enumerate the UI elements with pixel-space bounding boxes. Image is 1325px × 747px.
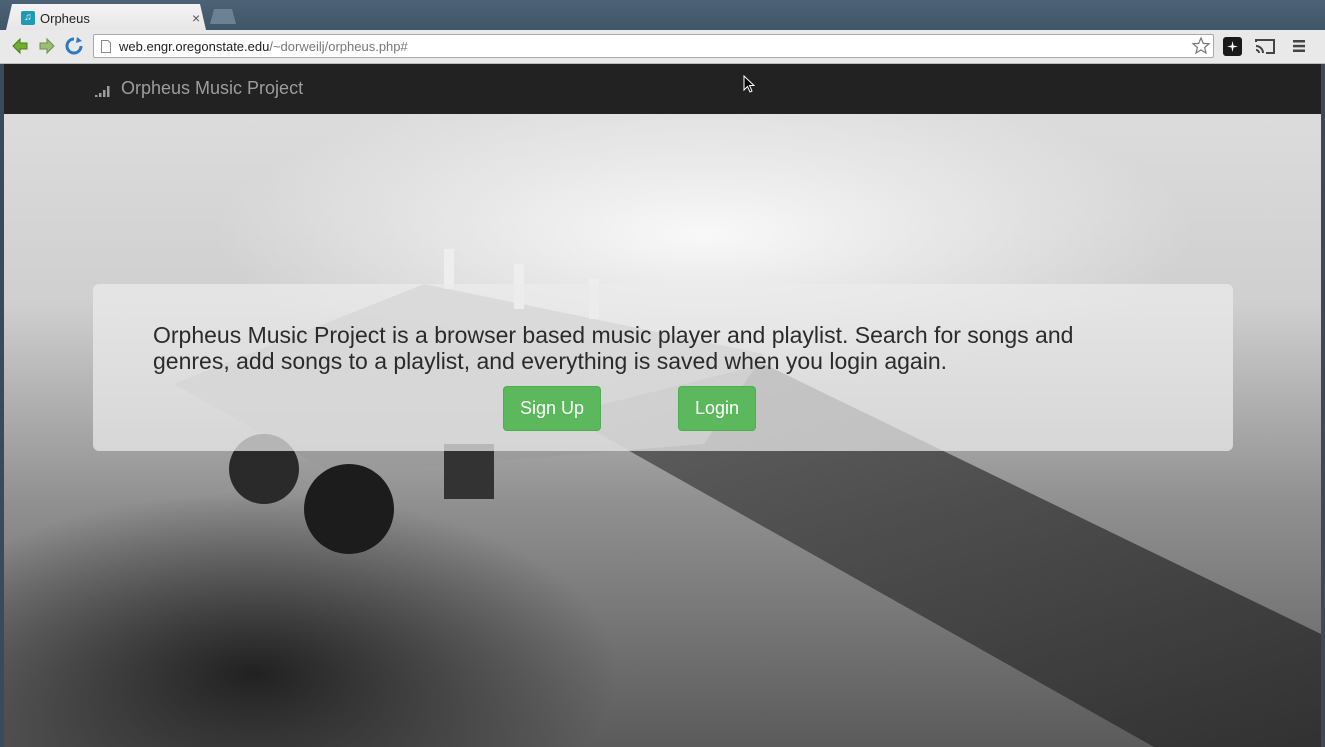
- bookmark-star-icon[interactable]: [1191, 36, 1211, 56]
- browser-tab[interactable]: ♫ Orpheus ×: [6, 4, 206, 30]
- login-button[interactable]: Login: [678, 386, 756, 431]
- browser-toolbar: web.engr.oregonstate.edu/~dorweilj/orphe…: [0, 30, 1325, 64]
- url-text: web.engr.oregonstate.edu/~dorweilj/orphe…: [119, 39, 408, 54]
- url-path: /~dorweilj/orpheus.php#: [269, 39, 408, 54]
- mouse-cursor-icon: [743, 75, 755, 93]
- cast-icon[interactable]: [1254, 38, 1276, 55]
- new-tab-button[interactable]: [210, 9, 236, 24]
- navbar: Orpheus Music Project: [4, 64, 1321, 114]
- menu-icon[interactable]: [1292, 39, 1306, 53]
- tab-strip: ♫ Orpheus ×: [0, 0, 1325, 30]
- forward-arrow-icon[interactable]: [37, 36, 57, 56]
- tab-title: Orpheus: [40, 11, 90, 26]
- hero-background-image: Orpheus Music Project is a browser based…: [4, 114, 1321, 747]
- reload-icon[interactable]: [64, 36, 84, 56]
- tab-close-icon[interactable]: ×: [192, 10, 200, 26]
- web-page: Orpheus Music Project Orpheus Music Proj: [4, 64, 1321, 747]
- music-note-icon: ♫: [21, 11, 35, 25]
- sign-up-button[interactable]: Sign Up: [503, 386, 601, 431]
- navbar-brand[interactable]: Orpheus Music Project: [121, 78, 303, 99]
- jumbotron: Orpheus Music Project is a browser based…: [93, 284, 1233, 451]
- url-host: web.engr.oregonstate.edu: [119, 39, 270, 54]
- signal-bars-icon: [95, 86, 110, 97]
- page-icon: [101, 40, 111, 53]
- back-arrow-icon[interactable]: [10, 36, 30, 56]
- address-bar[interactable]: web.engr.oregonstate.edu/~dorweilj/orphe…: [93, 34, 1214, 58]
- extension-icon[interactable]: [1223, 37, 1242, 56]
- intro-text: Orpheus Music Project is a browser based…: [153, 322, 1074, 374]
